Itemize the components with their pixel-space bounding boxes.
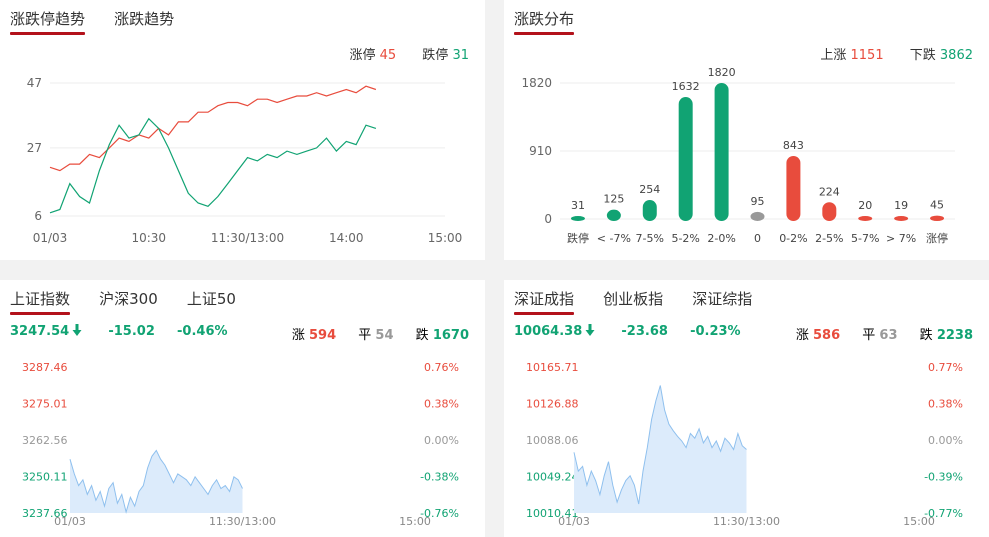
sz-index-chart: 10165.71 0.77% 10126.88 0.38% 10088.06 0.00% 1…	[526, 361, 963, 528]
y-tick-label: 3250.11	[22, 471, 68, 484]
bar-value-label: 19	[894, 199, 908, 212]
x-category-label: 0	[754, 232, 761, 245]
bar-value-label: 843	[783, 139, 804, 152]
y-tick-pct-label: 0.77%	[928, 361, 963, 374]
y-tick-label: 1820	[521, 76, 552, 90]
bar	[642, 200, 657, 221]
bar-value-label: 224	[819, 185, 840, 198]
bar	[858, 216, 873, 221]
bar	[822, 202, 837, 221]
y-tick-label: 6	[34, 209, 42, 223]
sz-index-panel: 深证成指 创业板指 深证综指 10064.38 -23.68 -0.23% 涨 …	[504, 280, 989, 537]
distribution-panel: 涨跌分布 上涨 1151 下跌 3862 1820 910 0 31 跌停 125 < -7…	[504, 0, 989, 260]
y-tick-pct-label: -0.39%	[924, 471, 963, 484]
y-tick-label: 3287.46	[22, 361, 68, 374]
y-tick-pct-label: 0.00%	[424, 434, 459, 447]
y-tick-label: 3275.01	[22, 398, 68, 411]
x-category-label: 7-5%	[636, 232, 664, 245]
index-area	[70, 450, 243, 513]
limit-trend-chart: 47 27 6 01/03 10:30 11:30/13:00 14:00 15:00	[27, 76, 463, 245]
y-tick-pct-label: -0.38%	[420, 471, 459, 484]
y-tick-pct-label: 0.76%	[424, 361, 459, 374]
bar	[606, 209, 621, 221]
bar-value-label: 125	[603, 193, 624, 206]
bar-value-label: 20	[858, 199, 872, 212]
limit-up-line	[49, 85, 377, 172]
x-category-label: 5-2%	[671, 232, 699, 245]
limit-down-line	[49, 117, 377, 214]
x-tick-label: 15:00	[399, 515, 431, 528]
y-tick-pct-label: 0.00%	[928, 434, 963, 447]
x-category-label: 0-2%	[779, 232, 807, 245]
limit-trend-panel: 涨跌停趋势 涨跌趋势 涨停 45 跌停 31 47 27 6 01/03 10:30 11…	[0, 0, 485, 260]
y-tick-pct-label: 0.38%	[928, 398, 963, 411]
y-tick-pct-label: 0.38%	[424, 398, 459, 411]
x-tick-label: 01/03	[33, 231, 68, 245]
x-category-label: 跌停	[567, 231, 589, 245]
y-tick-label: 10088.06	[526, 434, 579, 447]
y-tick-label: 0	[544, 212, 552, 226]
bar	[570, 216, 585, 221]
x-category-label: > 7%	[886, 232, 916, 245]
bar	[714, 83, 729, 221]
bar	[894, 216, 909, 221]
y-tick-label: 27	[27, 141, 42, 155]
x-category-label: 2-0%	[707, 232, 735, 245]
x-category-label: 2-5%	[815, 232, 843, 245]
x-category-label: 涨停	[926, 231, 948, 245]
y-tick-label: 10126.88	[526, 398, 579, 411]
bar	[786, 156, 801, 221]
bar	[750, 211, 765, 221]
bar-value-label: 1820	[708, 66, 736, 79]
bar-value-label: 45	[930, 199, 944, 212]
y-tick-label: 910	[529, 144, 552, 158]
distribution-chart: 1820 910 0 31 跌停 125 < -7% 254 7-5% 1632 5-2% 1820 2…	[521, 66, 955, 245]
bar	[678, 97, 693, 221]
bar	[930, 215, 945, 221]
x-tick-label: 11:30/13:00	[713, 515, 780, 528]
sh-index-chart: 3287.46 0.76% 3275.01 0.38% 3262.56 0.00% 3250…	[22, 361, 459, 528]
x-category-label: 5-7%	[851, 232, 879, 245]
bar-value-label: 31	[571, 199, 585, 212]
sh-index-panel: 上证指数 沪深300 上证50 3247.54 -15.02 -0.46% 涨 …	[0, 280, 485, 537]
x-category-label: < -7%	[597, 232, 631, 245]
x-tick-label: 15:00	[903, 515, 935, 528]
bar-value-label: 1632	[672, 80, 700, 93]
y-tick-label: 3262.56	[22, 434, 68, 447]
x-tick-label: 11:30/13:00	[211, 231, 284, 245]
x-tick-label: 15:00	[428, 231, 463, 245]
bar-value-label: 254	[639, 183, 660, 196]
x-tick-label: 11:30/13:00	[209, 515, 276, 528]
x-tick-label: 01/03	[558, 515, 590, 528]
y-tick-label: 10049.24	[526, 471, 579, 484]
x-tick-label: 14:00	[329, 231, 364, 245]
bar-value-label: 95	[751, 195, 765, 208]
x-tick-label: 10:30	[131, 231, 166, 245]
y-tick-label: 47	[27, 76, 42, 90]
y-tick-label: 10165.71	[526, 361, 579, 374]
x-tick-label: 01/03	[54, 515, 86, 528]
